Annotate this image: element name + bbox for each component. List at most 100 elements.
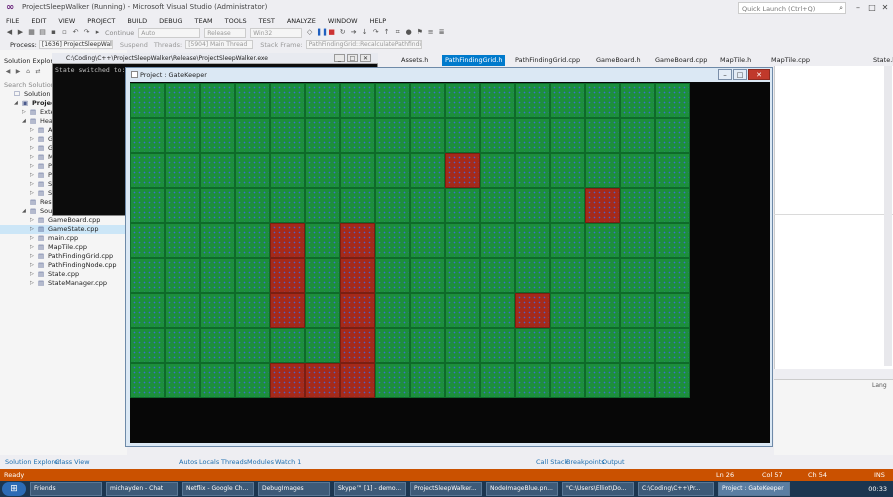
walkable-tile[interactable] — [165, 363, 200, 398]
walkable-tile[interactable] — [410, 293, 445, 328]
walkable-tile[interactable] — [410, 223, 445, 258]
expand-arrow-icon[interactable]: ▷ — [30, 216, 34, 225]
walkable-tile[interactable] — [515, 258, 550, 293]
wall-tile[interactable] — [585, 188, 620, 223]
editor-tab[interactable]: PathFindingGrid.h — [442, 55, 506, 66]
walkable-tile[interactable] — [585, 83, 620, 118]
walkable-tile[interactable] — [550, 188, 585, 223]
walkable-tile[interactable] — [480, 83, 515, 118]
walkable-tile[interactable] — [620, 328, 655, 363]
pathfinding-grid[interactable] — [130, 83, 690, 398]
platform-dropdown[interactable]: Win32 — [250, 27, 303, 38]
walkable-tile[interactable] — [445, 258, 480, 293]
walkable-tile[interactable] — [585, 363, 620, 398]
tree-item[interactable]: ▷ ▤ GameBoard.cpp — [0, 216, 127, 225]
walkable-tile[interactable] — [270, 153, 305, 188]
walkable-tile[interactable] — [305, 293, 340, 328]
walkable-tile[interactable] — [305, 83, 340, 118]
walkable-tile[interactable] — [200, 258, 235, 293]
walkable-tile[interactable] — [480, 118, 515, 153]
walkable-tile[interactable] — [655, 258, 690, 293]
walkable-tile[interactable] — [620, 258, 655, 293]
walkable-tile[interactable] — [235, 188, 270, 223]
menu-view[interactable]: VIEW — [52, 16, 81, 26]
walkable-tile[interactable] — [130, 118, 165, 153]
tool-tab[interactable]: Watch 1 — [275, 457, 301, 467]
walkable-tile[interactable] — [165, 118, 200, 153]
editor-tab[interactable]: PathFindingGrid.cpp — [512, 55, 583, 66]
walkable-tile[interactable] — [480, 258, 515, 293]
walkable-tile[interactable] — [200, 118, 235, 153]
tree-item[interactable]: ▷ ▤ main.cpp — [0, 234, 127, 243]
editor-tab[interactable]: State.h — [870, 55, 893, 66]
walkable-tile[interactable] — [585, 118, 620, 153]
walkable-tile[interactable] — [375, 188, 410, 223]
walkable-tile[interactable] — [165, 328, 200, 363]
wall-tile[interactable] — [340, 293, 375, 328]
game-minimize-button[interactable]: – — [718, 69, 732, 80]
expand-arrow-icon[interactable]: ▷ — [30, 135, 34, 144]
start-button[interactable]: ⊞ — [2, 482, 26, 496]
tool-tab[interactable]: Breakpoints — [566, 457, 605, 467]
wall-tile[interactable] — [340, 223, 375, 258]
taskbar-app-button[interactable]: "C:\Users\Elliot\Do... — [562, 482, 634, 496]
walkable-tile[interactable] — [375, 223, 410, 258]
walkable-tile[interactable] — [620, 83, 655, 118]
walkable-tile[interactable] — [270, 118, 305, 153]
walkable-tile[interactable] — [410, 188, 445, 223]
walkable-tile[interactable] — [200, 363, 235, 398]
walkable-tile[interactable] — [130, 328, 165, 363]
walkable-tile[interactable] — [270, 83, 305, 118]
expand-arrow-icon[interactable]: ▷ — [30, 234, 34, 243]
step-out-icon[interactable]: ↑ — [382, 28, 391, 37]
walkable-tile[interactable] — [445, 328, 480, 363]
expand-arrow-icon[interactable]: ▷ — [30, 225, 34, 234]
tool-tab[interactable]: Class View — [55, 457, 90, 467]
walkable-tile[interactable] — [410, 83, 445, 118]
taskbar-app-button[interactable]: Skype™ [1] - demo... — [334, 482, 406, 496]
walkable-tile[interactable] — [655, 328, 690, 363]
walkable-tile[interactable] — [130, 223, 165, 258]
walkable-tile[interactable] — [585, 153, 620, 188]
walkable-tile[interactable] — [445, 223, 480, 258]
walkable-tile[interactable] — [655, 83, 690, 118]
walkable-tile[interactable] — [445, 363, 480, 398]
walkable-tile[interactable] — [410, 328, 445, 363]
walkable-tile[interactable] — [130, 153, 165, 188]
expand-arrow-icon[interactable]: ▷ — [30, 180, 34, 189]
expand-arrow-icon[interactable]: ▷ — [30, 189, 34, 198]
solution-config-dropdown[interactable]: Auto — [138, 27, 201, 38]
restart-icon[interactable]: ↻ — [338, 28, 347, 37]
walkable-tile[interactable] — [340, 153, 375, 188]
tool-tab[interactable]: Output — [602, 457, 625, 467]
walkable-tile[interactable] — [620, 363, 655, 398]
menu-window[interactable]: WINDOW — [322, 16, 364, 26]
walkable-tile[interactable] — [165, 258, 200, 293]
walkable-tile[interactable] — [480, 223, 515, 258]
close-button[interactable]: ✕ — [879, 2, 891, 14]
walkable-tile[interactable] — [305, 153, 340, 188]
tree-item[interactable]: ▷ ▤ State.cpp — [0, 270, 127, 279]
redo-icon[interactable]: ↷ — [82, 28, 91, 37]
walkable-tile[interactable] — [655, 223, 690, 258]
editor-vertical-scrollbar[interactable] — [884, 66, 892, 366]
wall-tile[interactable] — [270, 223, 305, 258]
walkable-tile[interactable] — [340, 188, 375, 223]
walkable-tile[interactable] — [375, 118, 410, 153]
walkable-tile[interactable] — [620, 188, 655, 223]
walkable-tile[interactable] — [515, 188, 550, 223]
walkable-tile[interactable] — [165, 188, 200, 223]
walkable-tile[interactable] — [550, 293, 585, 328]
walkable-tile[interactable] — [340, 83, 375, 118]
taskbar-app-button[interactable]: NodeImageBlue.pn... — [486, 482, 558, 496]
taskbar-app-button[interactable]: C:\Coding\C++\Pr... — [638, 482, 714, 496]
walkable-tile[interactable] — [375, 258, 410, 293]
walkable-tile[interactable] — [620, 223, 655, 258]
editor-tab[interactable]: Assets.h — [398, 55, 431, 66]
walkable-tile[interactable] — [130, 363, 165, 398]
console-maximize-button[interactable]: □ — [347, 54, 358, 62]
menu-edit[interactable]: EDIT — [25, 16, 52, 26]
new-project-icon[interactable]: ▦ — [27, 28, 36, 37]
walkable-tile[interactable] — [410, 258, 445, 293]
walkable-tile[interactable] — [585, 258, 620, 293]
